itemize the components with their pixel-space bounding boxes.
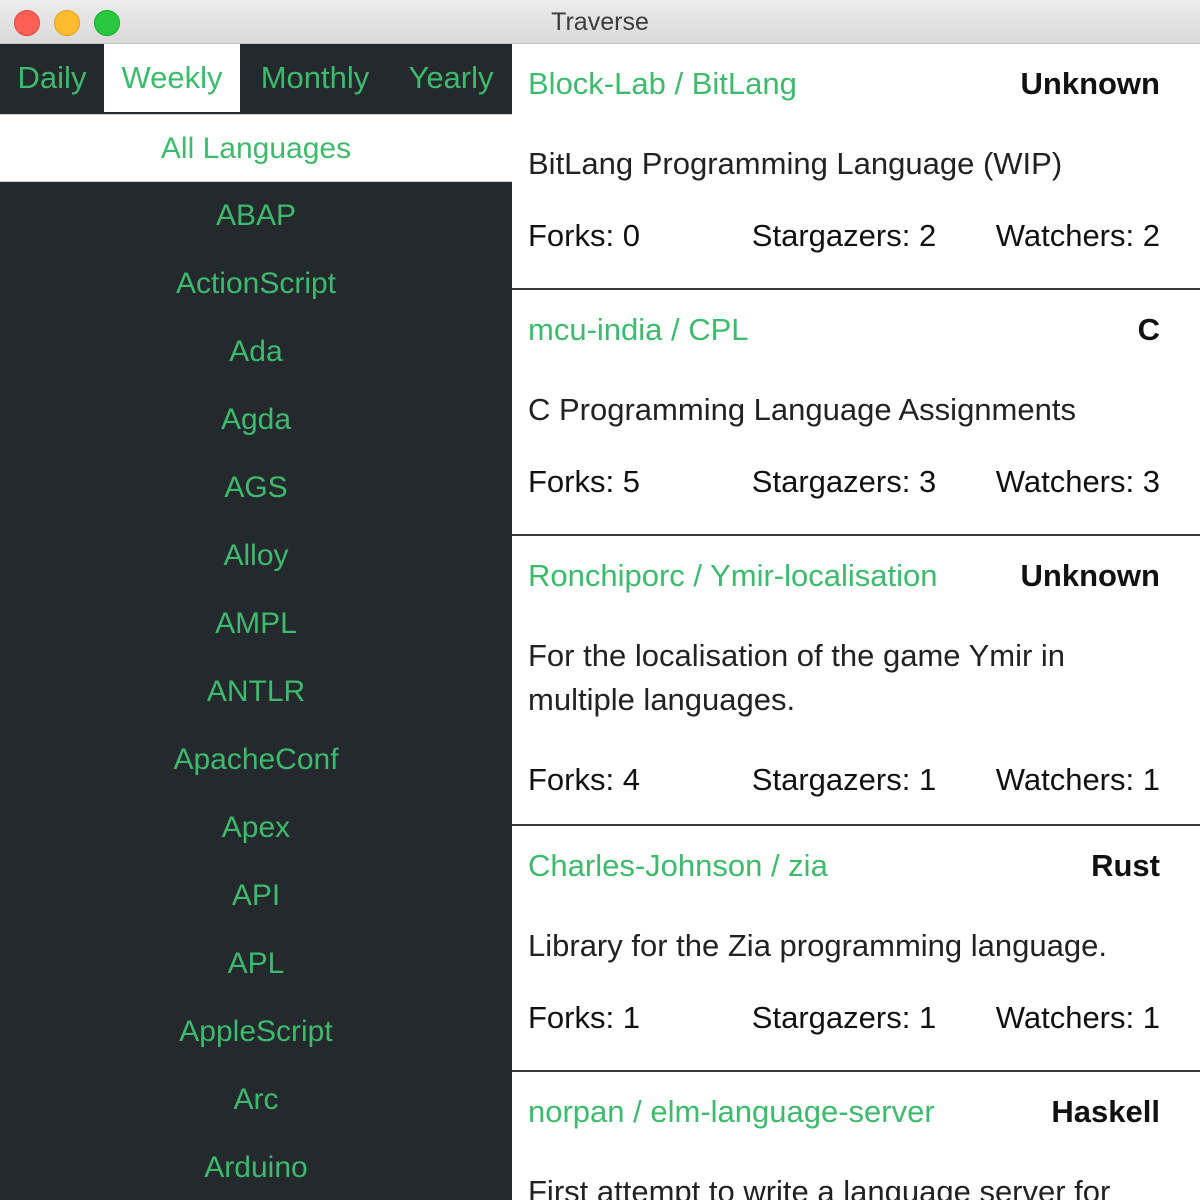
repo-description: BitLang Programming Language (WIP): [528, 146, 1063, 181]
language-item[interactable]: ABAP: [0, 182, 512, 250]
forks-count-value: 1: [622, 1000, 640, 1035]
language-item[interactable]: ActionScript: [0, 250, 512, 318]
language-item[interactable]: Apex: [0, 794, 512, 862]
repo-card[interactable]: Charles-Johnson / zia Rust Library for the…: [512, 826, 1200, 1072]
repo-language: Haskell: [1051, 1094, 1160, 1129]
stargazers-count-label: Stargazers:: [751, 1000, 911, 1035]
repo-language: Rust: [1091, 848, 1160, 883]
language-item[interactable]: Ada: [0, 318, 512, 386]
stargazers-count: Stargazers: 1: [752, 1000, 936, 1036]
stargazers-count-value: 2: [918, 218, 937, 253]
watchers-count-value: 3: [1142, 464, 1160, 499]
repo-description: First attempt to write a language server…: [528, 1174, 1111, 1200]
forks-count-label: Forks:: [528, 762, 615, 797]
watchers-count-value: 2: [1142, 218, 1160, 253]
repo-language: Unknown: [1020, 66, 1161, 101]
language-item[interactable]: Agda: [0, 386, 512, 454]
stargazers-count-label: Stargazers:: [751, 218, 911, 253]
stargazers-count-label: Stargazers:: [751, 762, 911, 797]
stargazers-count: Stargazers: 1: [752, 762, 936, 798]
forks-count: Forks: 5: [528, 464, 640, 500]
tab-daily[interactable]: Daily: [0, 44, 104, 112]
repo-stats: Forks: 4 Stargazers: 1 Watchers: 1: [528, 762, 1160, 802]
language-item[interactable]: AppleScript: [0, 998, 512, 1066]
tab-monthly[interactable]: Monthly: [240, 44, 390, 112]
repo-card[interactable]: norpan / elm-language-server Haskell First…: [512, 1072, 1200, 1200]
language-item[interactable]: ApacheConf: [0, 726, 512, 794]
repo-stats: Forks: 5 Stargazers: 3 Watchers: 3: [528, 464, 1160, 504]
repo-card[interactable]: Block-Lab / BitLang Unknown BitLang Progra…: [512, 44, 1200, 290]
repo-card[interactable]: Ronchiporc / Ymir-localisation Unknown For…: [512, 536, 1200, 826]
sidebar: Daily Weekly Monthly Yearly All Language…: [0, 44, 512, 1200]
repo-stats: Forks: 0 Stargazers: 2 Watchers: 2: [528, 218, 1160, 258]
watchers-count: Watchers: 3: [996, 464, 1160, 500]
watchers-count-label: Watchers:: [995, 464, 1135, 499]
watchers-count-label: Watchers:: [995, 218, 1135, 253]
stargazers-count: Stargazers: 2: [752, 218, 936, 254]
title-bar: Traverse: [0, 0, 1200, 44]
repo-description: C Programming Language Assignments: [528, 392, 1076, 427]
forks-count-value: 4: [622, 762, 640, 797]
repo-name-link[interactable]: Charles-Johnson / zia: [528, 848, 828, 884]
period-tabs: Daily Weekly Monthly Yearly: [0, 44, 512, 112]
stargazers-count: Stargazers: 3: [752, 464, 936, 500]
tab-yearly[interactable]: Yearly: [390, 44, 512, 112]
watchers-count: Watchers: 2: [996, 218, 1160, 254]
language-item[interactable]: Arc: [0, 1066, 512, 1134]
repo-name-link[interactable]: Block-Lab / BitLang: [528, 66, 797, 102]
language-item[interactable]: Alloy: [0, 522, 512, 590]
repo-description: For the localisation of the game Ymir in…: [528, 638, 1066, 717]
language-item[interactable]: AMPL: [0, 590, 512, 658]
language-item[interactable]: All Languages: [0, 114, 512, 182]
watchers-count-value: 1: [1142, 1000, 1160, 1035]
tab-weekly[interactable]: Weekly: [104, 44, 240, 112]
language-item[interactable]: AGS: [0, 454, 512, 522]
forks-count: Forks: 1: [528, 1000, 640, 1036]
language-item[interactable]: APL: [0, 930, 512, 998]
repo-stats: Forks: 1 Stargazers: 1 Watchers: 1: [528, 1000, 1160, 1040]
forks-count-value: 5: [622, 464, 640, 499]
repo-name-link[interactable]: norpan / elm-language-server: [528, 1094, 935, 1130]
repo-description: Library for the Zia programming language…: [528, 928, 1107, 963]
watchers-count-label: Watchers:: [995, 1000, 1135, 1035]
stargazers-count-value: 1: [918, 762, 937, 797]
watchers-count: Watchers: 1: [996, 1000, 1160, 1036]
repo-name-link[interactable]: mcu-india / CPL: [528, 312, 749, 348]
forks-count: Forks: 0: [528, 218, 640, 254]
repository-list: Block-Lab / BitLang Unknown BitLang Progra…: [512, 44, 1200, 1200]
forks-count-label: Forks:: [528, 218, 615, 253]
language-item[interactable]: API: [0, 862, 512, 930]
repo-name-link[interactable]: Ronchiporc / Ymir-localisation: [528, 558, 937, 594]
stargazers-count-value: 1: [918, 1000, 937, 1035]
language-list: All Languages ABAP ActionScript Ada Agda AGS A…: [0, 114, 512, 1200]
stargazers-count-label: Stargazers:: [751, 464, 911, 499]
forks-count-label: Forks:: [528, 1000, 615, 1035]
language-item[interactable]: Arduino: [0, 1134, 512, 1200]
watchers-count-value: 1: [1142, 762, 1160, 797]
forks-count-value: 0: [622, 218, 640, 253]
repo-card[interactable]: mcu-india / CPL C C Programming Language A…: [512, 290, 1200, 536]
repo-language: Unknown: [1020, 558, 1161, 593]
watchers-count-label: Watchers:: [995, 762, 1135, 797]
forks-count: Forks: 4: [528, 762, 640, 798]
forks-count-label: Forks:: [528, 464, 615, 499]
watchers-count: Watchers: 1: [996, 762, 1160, 798]
language-item[interactable]: ANTLR: [0, 658, 512, 726]
window-title: Traverse: [551, 8, 649, 36]
repo-language: C: [1137, 312, 1160, 347]
stargazers-count-value: 3: [918, 464, 937, 499]
